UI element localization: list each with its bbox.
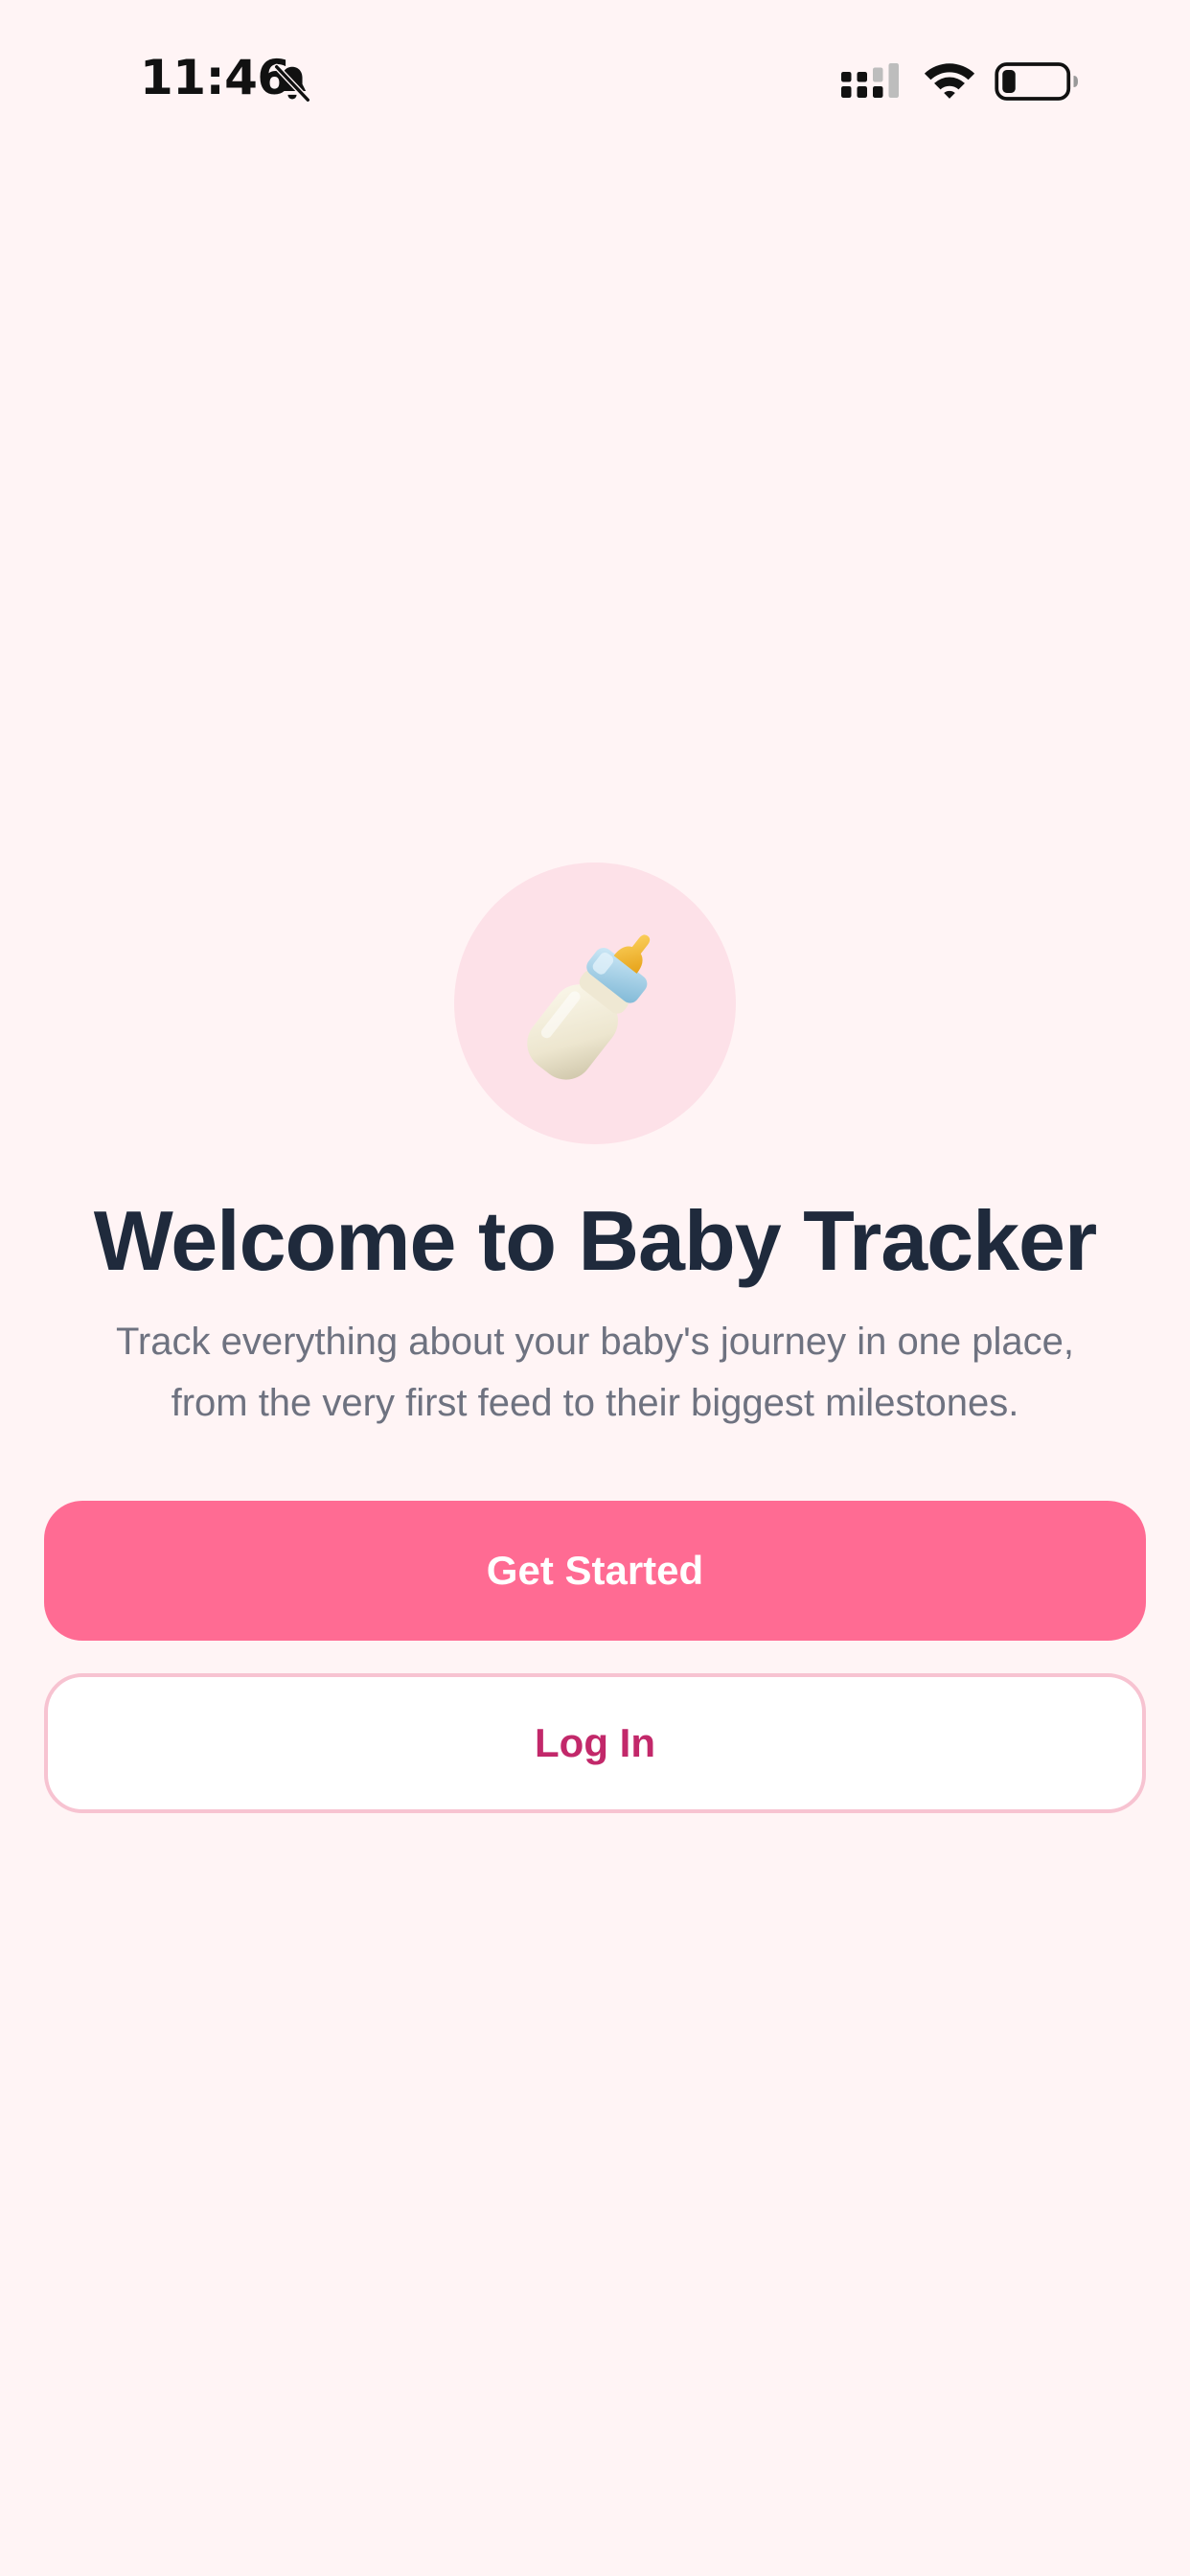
subtitle-line-1: Track everything about your baby's journ… [115,1321,1075,1363]
subtitle: Track everything about your baby's journ… [38,1311,1152,1434]
page-title: Welcome to Baby Tracker [93,1193,1098,1288]
login-button[interactable]: Log In [44,1673,1146,1813]
bell-slash-icon [273,63,311,104]
wifi-icon [924,63,975,99]
get-started-button[interactable]: Get Started [44,1501,1146,1641]
status-bar: 11:46 [0,0,1190,163]
signal-icon [841,63,899,98]
baby-bottle-icon [527,934,651,1080]
battery-icon [995,62,1078,101]
logo-circle [454,862,736,1144]
status-time: 11:46 [140,50,290,105]
subtitle-line-2: from the very first feed to their bigges… [171,1382,1019,1424]
